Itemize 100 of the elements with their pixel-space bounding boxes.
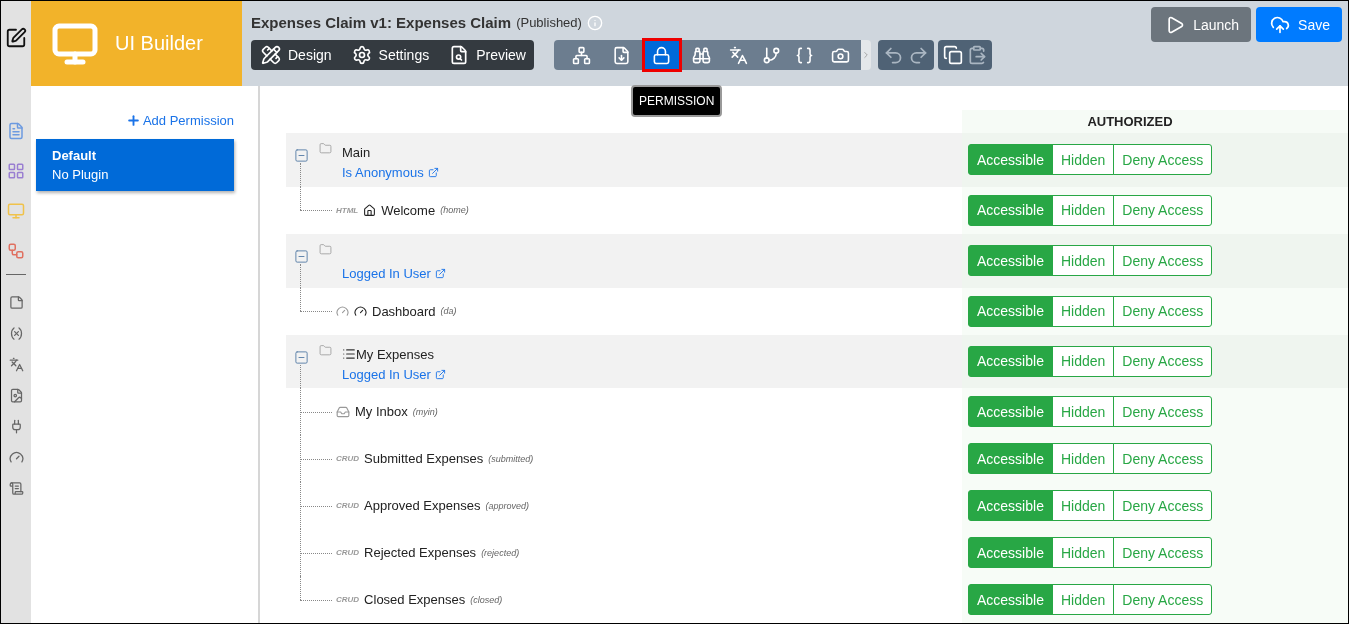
collapse-icon[interactable] <box>294 248 309 264</box>
tool-button[interactable] <box>642 38 682 72</box>
access-option[interactable]: Deny Access <box>1113 245 1213 277</box>
access-option[interactable]: Accessible <box>968 396 1053 428</box>
pencil-ruler-icon <box>261 45 281 65</box>
copy-icon[interactable] <box>943 45 963 65</box>
paste-icon[interactable] <box>967 45 987 65</box>
status-text: (Published) <box>516 15 582 30</box>
access-option[interactable]: Hidden <box>1051 490 1115 522</box>
access-option[interactable]: Hidden <box>1051 443 1115 475</box>
access-option[interactable]: Deny Access <box>1113 144 1213 176</box>
access-option[interactable]: Accessible <box>968 245 1053 277</box>
access-option[interactable]: Deny Access <box>1113 194 1213 226</box>
access-option[interactable]: Accessible <box>968 194 1053 226</box>
gauge-icon <box>336 304 349 318</box>
rule-link[interactable]: Logged In User <box>342 265 446 281</box>
permission-item[interactable]: Default No Plugin <box>36 139 234 191</box>
rule-link[interactable]: Logged In User <box>342 366 446 382</box>
list-icon <box>342 347 356 362</box>
document-icon[interactable] <box>7 122 25 140</box>
rule-link[interactable]: Is Anonymous <box>342 164 439 180</box>
page-code: (home) <box>440 205 469 216</box>
group-name: My Expenses <box>356 346 435 362</box>
page-code: (da) <box>440 306 457 317</box>
mode-tab[interactable]: Settings <box>351 45 430 65</box>
inbox-icon <box>336 404 350 419</box>
add-permission-link[interactable]: Add Permission <box>125 113 234 128</box>
page-name: Submitted Expenses <box>364 451 484 467</box>
access-option[interactable]: Accessible <box>968 490 1053 522</box>
script-icon[interactable] <box>8 481 24 496</box>
group-name: Main <box>342 144 371 160</box>
plus-icon <box>125 113 141 128</box>
braces-icon <box>795 45 814 65</box>
access-option[interactable]: Hidden <box>1051 194 1115 226</box>
access-option[interactable]: Hidden <box>1051 396 1115 428</box>
access-option[interactable]: Accessible <box>968 295 1053 327</box>
mode-tab[interactable]: Preview <box>449 45 526 65</box>
page-code: (rejected) <box>481 547 520 558</box>
page-code: (myin) <box>412 406 438 417</box>
table-icon[interactable] <box>7 162 25 180</box>
chevron-right-icon <box>861 50 871 60</box>
edit-icon[interactable] <box>5 27 27 49</box>
access-option[interactable]: Accessible <box>968 584 1053 615</box>
page-code: (approved) <box>485 500 529 511</box>
flow-icon[interactable] <box>7 242 25 260</box>
access-option[interactable]: Accessible <box>968 537 1053 569</box>
translate-icon[interactable] <box>8 357 24 372</box>
access-option[interactable]: Hidden <box>1051 144 1115 176</box>
access-option[interactable]: Deny Access <box>1113 584 1213 615</box>
access-option[interactable]: Accessible <box>968 144 1053 176</box>
type-tag: CRUD <box>336 454 360 464</box>
cloud-upload-icon <box>1270 14 1291 35</box>
gauge-icon[interactable] <box>8 450 24 465</box>
page-name: Closed Expenses <box>364 592 466 607</box>
edit-link-icon <box>434 267 446 279</box>
launch-button[interactable]: Launch <box>1151 7 1252 42</box>
access-option[interactable]: Deny Access <box>1113 537 1213 569</box>
folder-icon <box>319 343 332 357</box>
variable-icon[interactable] <box>8 326 24 341</box>
page-name: My Inbox <box>355 404 408 420</box>
folder-icon <box>319 242 332 256</box>
access-option[interactable]: Deny Access <box>1113 396 1213 428</box>
page-name: Welcome <box>381 202 436 218</box>
sitemap-icon <box>572 45 592 65</box>
camera-icon <box>831 45 851 65</box>
play-icon <box>1165 14 1186 35</box>
column-title: AUTHORIZED <box>1087 113 1173 129</box>
lock-icon <box>652 45 672 65</box>
access-option[interactable]: Accessible <box>968 346 1053 377</box>
branch-icon <box>762 45 781 65</box>
access-option[interactable]: Deny Access <box>1113 490 1213 522</box>
gauge-icon <box>354 304 367 318</box>
access-option[interactable]: Deny Access <box>1113 346 1213 377</box>
type-tag: CRUD <box>336 595 360 604</box>
tooltip: PERMISSION <box>631 85 723 117</box>
access-option[interactable]: Hidden <box>1051 584 1115 615</box>
type-tag: CRUD <box>336 548 360 558</box>
page-title: Expenses Claim v1: Expenses Claim <box>251 14 512 31</box>
collapse-icon[interactable] <box>294 349 309 365</box>
edit-link-icon <box>434 368 446 380</box>
page-code: (closed) <box>470 594 503 605</box>
access-option[interactable]: Accessible <box>968 443 1053 475</box>
mode-tab[interactable]: Design <box>261 45 332 65</box>
access-option[interactable]: Hidden <box>1051 295 1115 327</box>
home-icon <box>363 203 377 217</box>
access-option[interactable]: Hidden <box>1051 346 1115 377</box>
gear-icon <box>351 45 372 65</box>
access-option[interactable]: Deny Access <box>1113 295 1213 327</box>
page-name: Approved Expenses <box>364 498 481 514</box>
collapse-icon[interactable] <box>294 147 309 163</box>
page-name: Dashboard <box>372 303 436 319</box>
page-icon <box>612 45 632 65</box>
access-option[interactable]: Deny Access <box>1113 443 1213 475</box>
image-file-icon[interactable] <box>8 388 24 403</box>
access-option[interactable]: Hidden <box>1051 245 1115 277</box>
type-tag: CRUD <box>336 501 360 511</box>
note-icon[interactable] <box>8 295 24 310</box>
save-button[interactable]: Save <box>1256 7 1342 42</box>
app-title: UI Builder <box>115 32 203 55</box>
access-option[interactable]: Hidden <box>1051 537 1115 569</box>
